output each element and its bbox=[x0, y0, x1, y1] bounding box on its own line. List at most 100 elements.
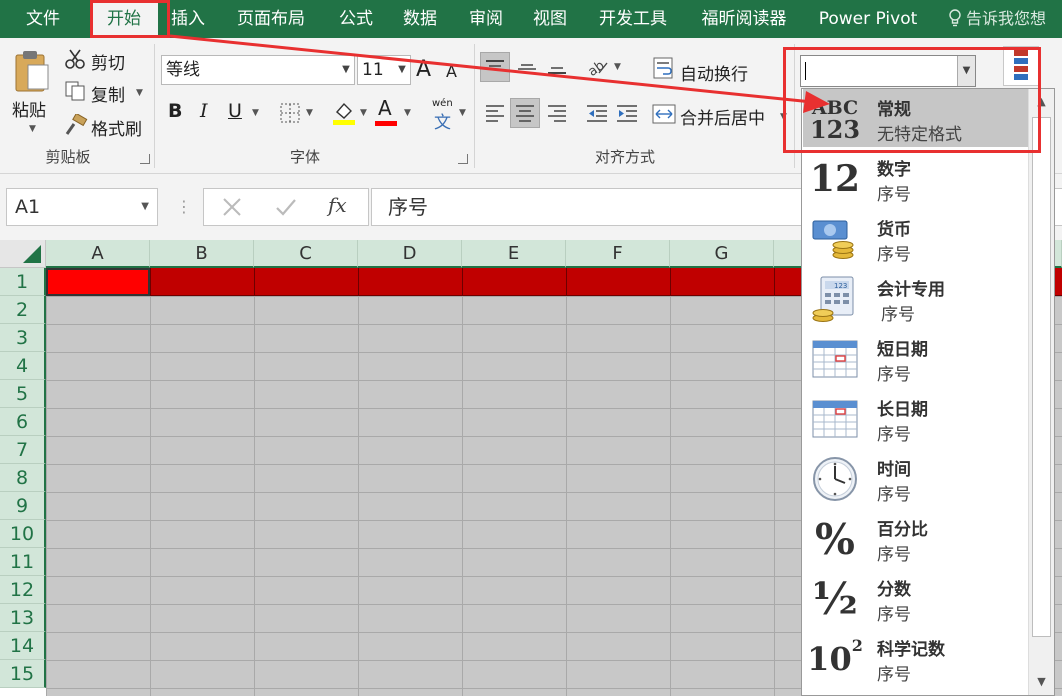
column-header[interactable]: F bbox=[566, 240, 670, 268]
row-header[interactable]: 1 bbox=[0, 268, 46, 296]
name-box[interactable]: A1 ▼ bbox=[6, 188, 158, 226]
insert-function-button[interactable]: fx bbox=[328, 193, 347, 217]
column-header[interactable]: B bbox=[150, 240, 254, 268]
font-color-button[interactable]: A bbox=[378, 96, 392, 120]
format-option-scientific[interactable]: 10 2 科学记数 序号 bbox=[803, 629, 1029, 687]
align-left-icon[interactable] bbox=[480, 98, 510, 128]
increase-indent-icon[interactable] bbox=[612, 98, 642, 128]
row-header[interactable]: 7 bbox=[0, 436, 46, 464]
cut-button[interactable]: 剪切 bbox=[91, 49, 125, 74]
row-header[interactable]: 2 bbox=[0, 296, 46, 324]
column-header[interactable]: E bbox=[462, 240, 566, 268]
tab-page-layout[interactable]: 页面布局 bbox=[226, 0, 316, 38]
row-header[interactable]: 9 bbox=[0, 492, 46, 520]
row-header[interactable]: 5 bbox=[0, 380, 46, 408]
font-size-select[interactable]: 11 ▼ bbox=[357, 55, 411, 85]
annotation-box-home-tab bbox=[90, 0, 170, 38]
orientation-dropdown-icon[interactable]: ▼ bbox=[614, 62, 621, 72]
font-color-dropdown-icon[interactable]: ▼ bbox=[404, 108, 411, 118]
italic-button[interactable]: I bbox=[200, 100, 208, 122]
column-header[interactable]: C bbox=[254, 240, 358, 268]
tab-review[interactable]: 审阅 bbox=[458, 0, 514, 38]
phonetic-guide-button[interactable]: 文 bbox=[434, 108, 451, 133]
borders-dropdown-icon[interactable]: ▼ bbox=[306, 108, 313, 118]
format-painter-button[interactable]: 格式刷 bbox=[91, 115, 142, 140]
annotation-box-general-format bbox=[783, 47, 1041, 153]
shrink-font-button[interactable]: A bbox=[446, 62, 457, 81]
enter-check-icon[interactable] bbox=[274, 193, 298, 221]
row-header[interactable]: 14 bbox=[0, 632, 46, 660]
format-option-sub: 序号 bbox=[877, 245, 911, 265]
row-header[interactable]: 3 bbox=[0, 324, 46, 352]
row-header[interactable]: 10 bbox=[0, 520, 46, 548]
format-option-title: 长日期 bbox=[877, 400, 928, 420]
format-option-accounting[interactable]: 123 会计专用 序号 bbox=[803, 269, 1029, 327]
underline-button[interactable]: U bbox=[228, 100, 242, 122]
decrease-indent-icon[interactable] bbox=[582, 98, 612, 128]
merge-center-button[interactable]: 合并后居中 bbox=[680, 104, 765, 129]
copy-dropdown-icon[interactable]: ▼ bbox=[136, 88, 143, 98]
tab-view[interactable]: 视图 bbox=[522, 0, 578, 38]
dropdown-scrollbar[interactable]: ▲ ▼ bbox=[1028, 89, 1054, 695]
row-header[interactable]: 13 bbox=[0, 604, 46, 632]
fill-color-icon[interactable] bbox=[332, 100, 356, 126]
clock-icon bbox=[809, 455, 861, 503]
format-option-title: 时间 bbox=[877, 460, 911, 480]
column-header[interactable]: G bbox=[670, 240, 774, 268]
number-icon-glyph: 12 bbox=[809, 158, 861, 200]
column-header[interactable]: D bbox=[358, 240, 462, 268]
align-right-icon[interactable] bbox=[542, 98, 572, 128]
tab-developer[interactable]: 开发工具 bbox=[588, 0, 678, 38]
tab-power-pivot[interactable]: Power Pivot bbox=[810, 0, 926, 38]
select-all-button[interactable] bbox=[0, 240, 46, 268]
tell-me-search[interactable]: 告诉我您想 bbox=[948, 0, 1046, 38]
scrollbar-thumb[interactable] bbox=[1032, 117, 1051, 637]
tab-file[interactable]: 文件 bbox=[12, 0, 74, 38]
row-header[interactable]: 6 bbox=[0, 408, 46, 436]
format-option-number[interactable]: 12 数字 序号 bbox=[803, 149, 1029, 207]
format-option-sub: 序号 bbox=[877, 425, 911, 445]
align-middle-icon[interactable] bbox=[512, 52, 542, 82]
paste-dropdown-icon[interactable]: ▼ bbox=[29, 124, 36, 134]
align-center-icon[interactable] bbox=[510, 98, 540, 128]
paste-button[interactable]: 粘贴 bbox=[12, 96, 46, 121]
format-option-title: 短日期 bbox=[877, 340, 928, 360]
tab-formulas[interactable]: 公式 bbox=[328, 0, 384, 38]
row-header[interactable]: 4 bbox=[0, 352, 46, 380]
scroll-down-icon[interactable]: ▼ bbox=[1029, 669, 1054, 695]
format-option-currency[interactable]: 货币 序号 bbox=[803, 209, 1029, 267]
format-option-percent[interactable]: % 百分比 序号 bbox=[803, 509, 1029, 567]
phonetic-dropdown-icon[interactable]: ▼ bbox=[459, 108, 466, 118]
row-header[interactable]: 12 bbox=[0, 576, 46, 604]
wrap-text-button[interactable]: 自动换行 bbox=[680, 60, 748, 85]
row-header[interactable]: 15 bbox=[0, 660, 46, 688]
format-option-fraction[interactable]: ½ 分数 序号 bbox=[803, 569, 1029, 627]
fill-color-dropdown-icon[interactable]: ▼ bbox=[360, 108, 367, 118]
format-option-short-date[interactable]: 短日期 序号 bbox=[803, 329, 1029, 387]
formula-buttons: fx bbox=[203, 188, 369, 226]
format-option-title: 百分比 bbox=[877, 520, 928, 540]
grow-font-button[interactable]: A bbox=[416, 57, 431, 82]
copy-button[interactable]: 复制 bbox=[91, 81, 125, 106]
align-bottom-icon[interactable] bbox=[542, 52, 572, 82]
active-cell-a1[interactable] bbox=[46, 268, 150, 296]
cancel-icon[interactable] bbox=[220, 193, 244, 221]
tab-data[interactable]: 数据 bbox=[392, 0, 448, 38]
format-option-long-date[interactable]: 长日期 序号 bbox=[803, 389, 1029, 447]
align-top-icon[interactable] bbox=[480, 52, 510, 82]
underline-dropdown-icon[interactable]: ▼ bbox=[252, 108, 259, 118]
format-option-title: 数字 bbox=[877, 160, 911, 180]
row-header[interactable]: 11 bbox=[0, 548, 46, 576]
font-name-select[interactable]: 等线 ▼ bbox=[161, 55, 355, 85]
borders-icon[interactable] bbox=[279, 102, 301, 124]
bold-button[interactable]: B bbox=[168, 100, 182, 122]
paste-icon[interactable] bbox=[10, 46, 54, 96]
format-option-time[interactable]: 时间 序号 bbox=[803, 449, 1029, 507]
font-size-value: 11 bbox=[362, 60, 384, 80]
row-header[interactable]: 8 bbox=[0, 464, 46, 492]
tab-foxit-reader[interactable]: 福昕阅读器 bbox=[690, 0, 798, 38]
text-orientation-icon[interactable]: ab bbox=[582, 52, 612, 82]
clipboard-launcher-icon[interactable] bbox=[140, 154, 150, 164]
column-header[interactable]: A bbox=[46, 240, 150, 268]
font-launcher-icon[interactable] bbox=[458, 154, 468, 164]
